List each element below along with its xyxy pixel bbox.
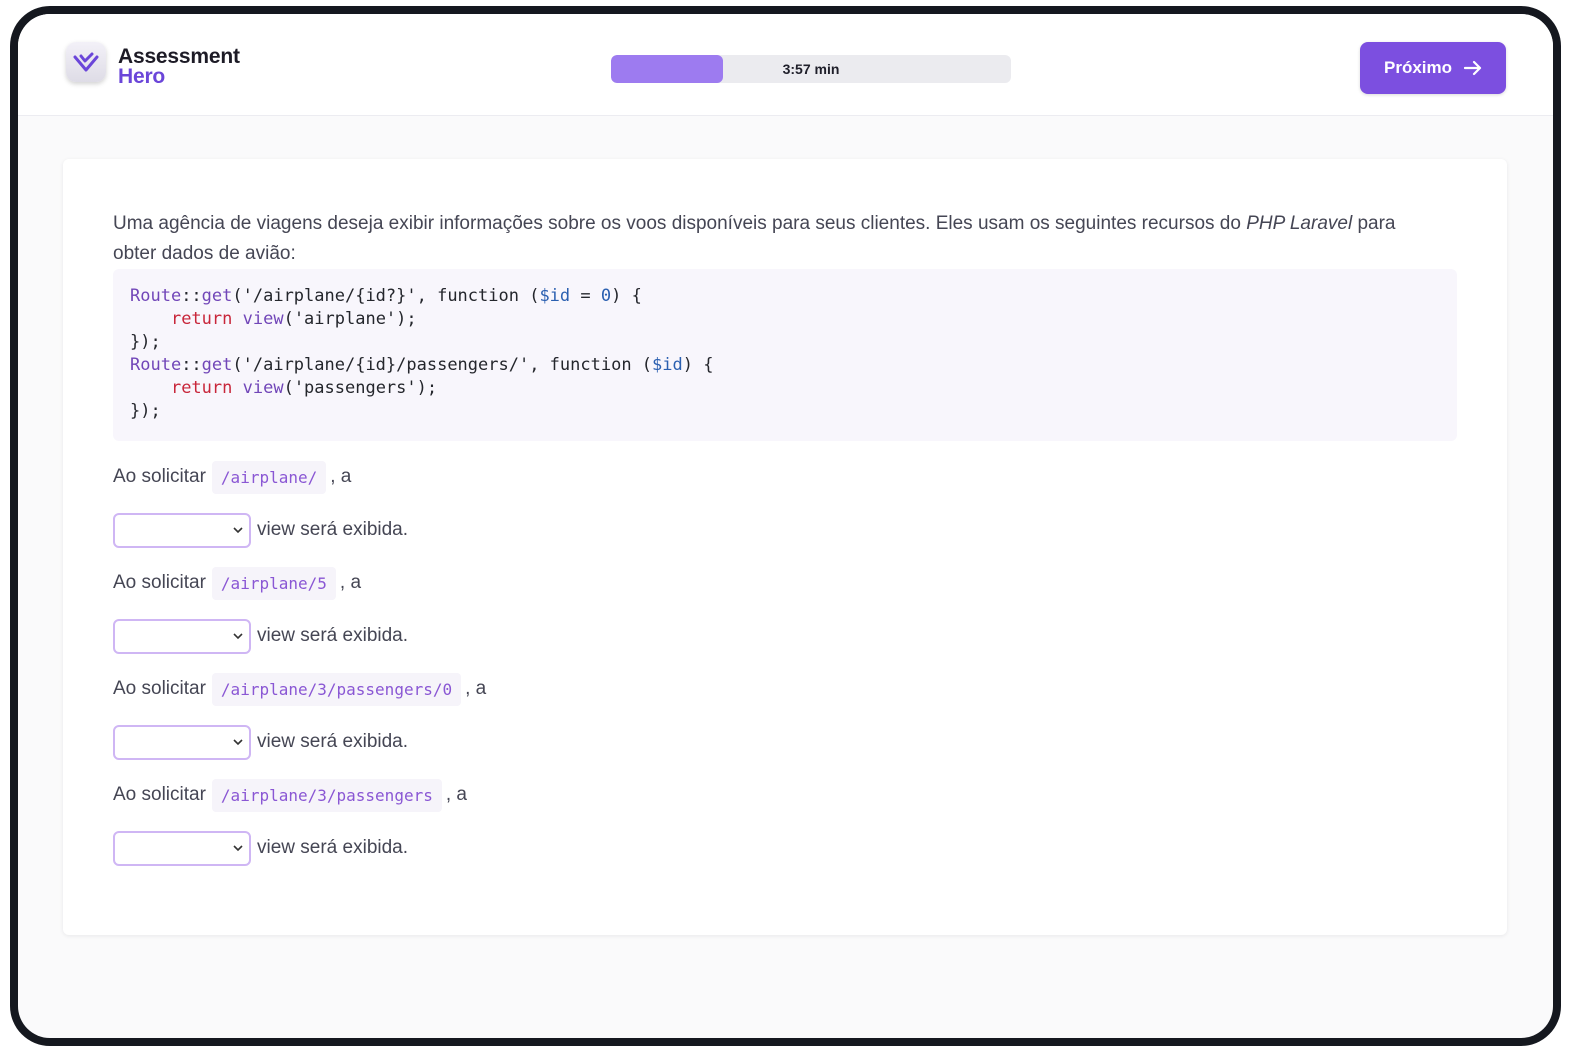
view-select[interactable]	[113, 724, 251, 760]
request-line: Ao solicitar /airplane/5 , a	[113, 563, 361, 603]
answer-line: view será exibida.	[113, 616, 408, 656]
request-path: /airplane/3/passengers	[211, 778, 442, 812]
request-suffix: , a	[465, 678, 487, 699]
heart-check-icon	[73, 52, 99, 72]
chevron-down-icon	[233, 738, 243, 745]
top-bar: Assessment Hero 3:57 min Próximo	[18, 14, 1553, 116]
request-prefix: Ao solicitar	[113, 784, 206, 805]
timer-progress-bar: 3:57 min	[611, 55, 1011, 83]
arrow-right-icon	[1464, 60, 1482, 76]
answer-line: view será exibida.	[113, 828, 408, 868]
request-suffix: , a	[445, 784, 467, 805]
chevron-down-icon	[233, 526, 243, 533]
answer-text: view será exibida.	[257, 837, 409, 858]
code-line-5: return view('passengers');	[170, 378, 438, 398]
request-suffix: , a	[330, 466, 352, 487]
view-select[interactable]	[113, 512, 251, 548]
request-path: /airplane/5	[211, 566, 336, 600]
code-line-2: return view('airplane');	[170, 309, 417, 329]
code-line-1: Route::get('/airplane/{id?}', function (…	[130, 286, 642, 306]
request-prefix: Ao solicitar	[113, 572, 206, 593]
question-card: Uma agência de viagens deseja exibir inf…	[63, 159, 1507, 935]
view-select[interactable]	[113, 618, 251, 654]
request-path: /airplane/	[211, 460, 327, 494]
chevron-down-icon	[233, 632, 243, 639]
prompt-text-emphasis: PHP Laravel	[1246, 213, 1353, 234]
request-line: Ao solicitar /airplane/3/passengers/0 , …	[113, 669, 486, 709]
code-block: Route::get('/airplane/{id?}', function (…	[113, 269, 1457, 441]
code-line-6: });	[130, 401, 161, 421]
brand-name: Assessment Hero	[118, 45, 240, 88]
code-line-3: });	[130, 332, 161, 352]
next-button-label: Próximo	[1383, 58, 1453, 77]
answer-text: view será exibida.	[257, 519, 409, 540]
request-line: Ao solicitar /airplane/ , a	[113, 457, 351, 497]
answer-line: view será exibida.	[113, 510, 408, 550]
logo-badge	[66, 42, 106, 82]
answer-text: view será exibida.	[257, 625, 409, 646]
chevron-down-icon	[233, 844, 243, 851]
device-frame: Assessment Hero 3:57 min Próximo Uma agê…	[10, 6, 1561, 1046]
request-path: /airplane/3/passengers/0	[211, 672, 462, 706]
request-suffix: , a	[339, 572, 362, 593]
next-button[interactable]: Próximo	[1360, 42, 1506, 94]
request-line: Ao solicitar /airplane/3/passengers , a	[113, 775, 467, 815]
timer-label: 3:57 min	[782, 61, 840, 77]
code-line-4: Route::get('/airplane/{id}/passengers/',…	[130, 355, 714, 375]
view-select[interactable]	[113, 830, 251, 866]
app-screen: Assessment Hero 3:57 min Próximo Uma agê…	[18, 14, 1553, 1038]
prompt-text-start: Uma agência de viagens deseja exibir inf…	[113, 213, 1247, 234]
brand-name-line2: Hero	[118, 65, 166, 88]
request-prefix: Ao solicitar	[113, 466, 206, 487]
brand-name-line1: Assessment	[118, 45, 240, 68]
answer-text: view será exibida.	[257, 731, 409, 752]
answer-line: view será exibida.	[113, 722, 408, 762]
question-prompt: Uma agência de viagens deseja exibir inf…	[113, 209, 1443, 269]
request-prefix: Ao solicitar	[113, 678, 206, 699]
